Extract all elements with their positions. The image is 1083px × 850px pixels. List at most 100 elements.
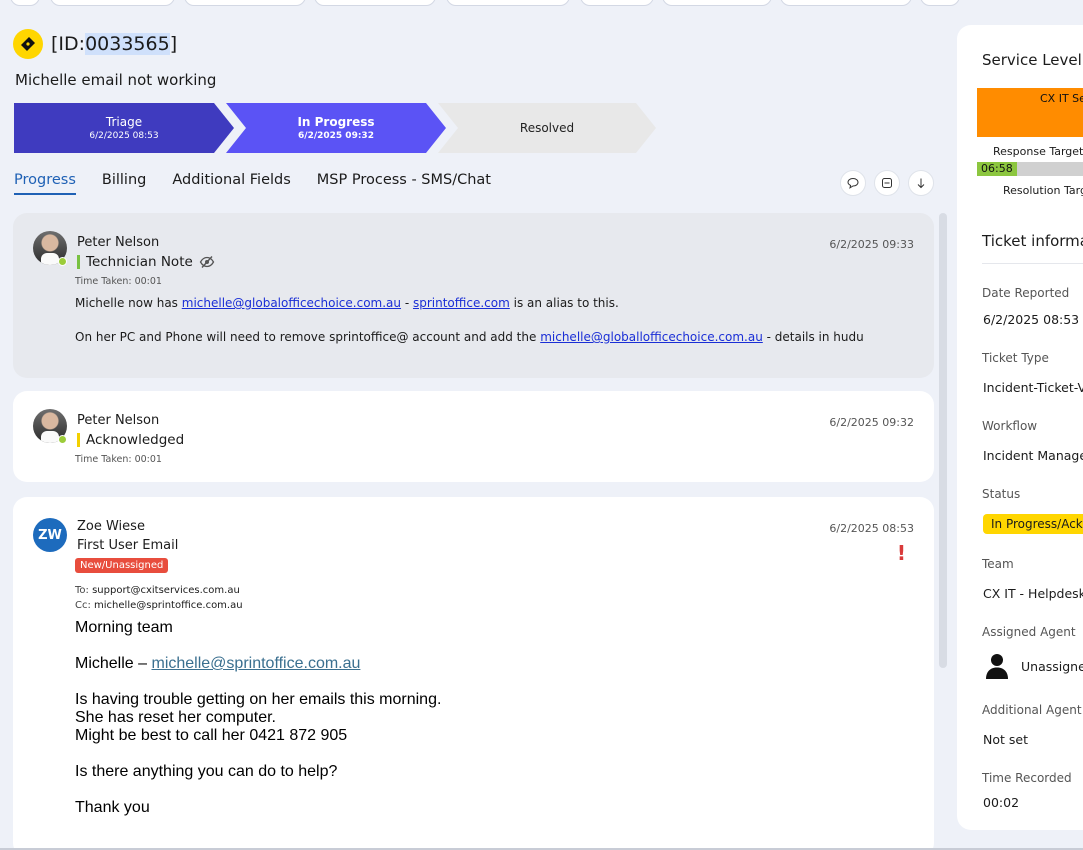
email-to: To: support@cxitservices.com.au bbox=[75, 585, 240, 596]
avatar-shirt bbox=[41, 253, 59, 265]
note-text-segment: is an alias to this. bbox=[509, 296, 619, 310]
type-color-bar bbox=[77, 433, 80, 447]
top-pill[interactable] bbox=[184, 0, 306, 6]
entry-type-label: Technician Note bbox=[86, 254, 193, 270]
email-link[interactable]: michelle@globalofficechoice.com.au bbox=[182, 296, 401, 310]
field-label-status: Status bbox=[982, 487, 1021, 501]
note-line-1: Michelle now has michelle@globalofficech… bbox=[75, 296, 619, 310]
entry-type: Acknowledged bbox=[77, 432, 184, 448]
entry-type: First User Email bbox=[77, 538, 178, 553]
top-pill[interactable] bbox=[10, 0, 40, 6]
email-body-line: Is having trouble getting on her emails … bbox=[75, 691, 442, 708]
field-value-date-reported: 6/2/2025 08:53 bbox=[983, 312, 1080, 327]
type-color-bar bbox=[77, 255, 80, 269]
ticket-id: [ID:0033565] bbox=[51, 33, 177, 55]
response-target-time: 06:58 bbox=[977, 162, 1017, 176]
field-label-additional-agents: Additional Agent bbox=[982, 703, 1082, 717]
avatar: ZW bbox=[33, 518, 67, 552]
tab-progress[interactable]: Progress bbox=[14, 172, 76, 195]
collapse-icon bbox=[882, 178, 892, 188]
domain-link[interactable]: sprintoffice.com bbox=[413, 296, 510, 310]
note-text-segment: On her PC and Phone will need to remove … bbox=[75, 330, 541, 344]
status-badge[interactable]: In Progress/Ack bbox=[983, 514, 1083, 534]
sla-section-title: Service Level A bbox=[982, 51, 1083, 69]
note-text-segment: - bbox=[401, 296, 413, 310]
collapse-button[interactable] bbox=[874, 170, 900, 196]
resolution-target-label: Resolution Targ bbox=[1003, 184, 1083, 197]
field-value-time-recorded: 00:02 bbox=[983, 795, 1020, 810]
ticket-id-number: 0033565 bbox=[85, 33, 170, 55]
to-address: support@cxitservices.com.au bbox=[92, 585, 240, 596]
sort-down-button[interactable] bbox=[908, 170, 934, 196]
tab-additional-fields[interactable]: Additional Fields bbox=[172, 172, 290, 195]
field-value-additional-agents[interactable]: Not set bbox=[983, 732, 1028, 747]
top-pill[interactable] bbox=[662, 0, 772, 6]
note-text-segment: Michelle now has bbox=[75, 296, 182, 310]
top-pill[interactable] bbox=[580, 0, 654, 6]
ticket-tabs: Progress Billing Additional Fields MSP P… bbox=[14, 172, 517, 195]
important-icon: ! bbox=[896, 541, 906, 565]
field-label-date-reported: Date Reported bbox=[982, 286, 1070, 300]
feed-scrollbar[interactable] bbox=[939, 213, 947, 668]
cc-address: michelle@sprintoffice.com.au bbox=[94, 600, 243, 611]
field-value-workflow[interactable]: Incident Manage bbox=[983, 448, 1083, 463]
field-label-ticket-type: Ticket Type bbox=[982, 351, 1049, 365]
email-body-line: She has reset her computer. bbox=[75, 709, 276, 726]
ticket-id-suffix: ] bbox=[169, 33, 178, 55]
ticket-info-title: Ticket informa bbox=[982, 232, 1083, 250]
author-name: Peter Nelson bbox=[77, 235, 160, 250]
status-badge: New/Unassigned bbox=[75, 558, 169, 573]
top-pill[interactable] bbox=[50, 0, 175, 6]
entry-date: 6/2/2025 08:53 bbox=[829, 522, 914, 535]
field-label-assigned-agent: Assigned Agent bbox=[982, 625, 1076, 639]
email-body-line: Thank you bbox=[75, 799, 150, 816]
to-label: To: bbox=[75, 585, 93, 596]
online-status-dot bbox=[58, 257, 67, 266]
stage-name: In Progress bbox=[297, 115, 375, 129]
field-value-ticket-type[interactable]: Incident-Ticket-V bbox=[983, 380, 1083, 395]
tab-msp-process[interactable]: MSP Process - SMS/Chat bbox=[317, 172, 491, 195]
time-taken: Time Taken: 00:01 bbox=[75, 454, 162, 465]
stage-resolved[interactable]: Resolved bbox=[438, 103, 656, 153]
top-pill[interactable] bbox=[446, 0, 570, 6]
stage-name: Resolved bbox=[519, 121, 575, 135]
time-taken: Time Taken: 00:01 bbox=[75, 276, 162, 287]
feed-actions bbox=[840, 170, 934, 196]
field-label-workflow: Workflow bbox=[982, 419, 1038, 433]
email-body-text: Michelle – bbox=[75, 655, 152, 672]
ticket-icon bbox=[13, 29, 43, 59]
comment-button[interactable] bbox=[840, 170, 866, 196]
stage-in-progress[interactable]: In Progress 6/2/2025 09:32 bbox=[226, 103, 446, 153]
email-link[interactable]: michelle@globallofficechoice.com.au bbox=[540, 330, 763, 344]
entry-date: 6/2/2025 09:32 bbox=[829, 416, 914, 429]
response-target-bar: 06:58 bbox=[977, 162, 1083, 176]
stage-name: Triage bbox=[105, 115, 143, 129]
entry-type-label: Acknowledged bbox=[86, 432, 185, 448]
entry-type-label: First User Email bbox=[77, 538, 179, 553]
workflow-stages: Triage 6/2/2025 08:53 In Progress 6/2/20… bbox=[14, 103, 674, 153]
feed-card-first-user-email[interactable]: ZW Zoe Wiese First User Email New/Unassi… bbox=[13, 497, 934, 850]
entry-type: Technician Note bbox=[77, 254, 215, 270]
sla-card[interactable]: CX IT Se I bbox=[977, 88, 1083, 137]
ticket-id-prefix: [ID: bbox=[51, 33, 86, 55]
feed-card-acknowledged[interactable]: Peter Nelson Acknowledged Time Taken: 00… bbox=[13, 391, 934, 482]
top-pill[interactable] bbox=[314, 0, 436, 6]
stage-triage[interactable]: Triage 6/2/2025 08:53 bbox=[14, 103, 234, 153]
ticket-title: Michelle email not working bbox=[15, 71, 217, 89]
stage-date: 6/2/2025 09:32 bbox=[298, 131, 374, 141]
field-label-team: Team bbox=[982, 557, 1014, 571]
response-target-label: Response Target bbox=[993, 145, 1083, 158]
tab-billing[interactable]: Billing bbox=[102, 172, 146, 195]
author-name: Zoe Wiese bbox=[77, 519, 145, 534]
user-icon bbox=[986, 654, 1008, 679]
email-link[interactable]: michelle@sprintoffice.com.au bbox=[151, 655, 360, 672]
eye-off-icon[interactable] bbox=[199, 255, 215, 269]
top-pill[interactable] bbox=[780, 0, 912, 6]
arrow-down-icon bbox=[917, 178, 925, 189]
field-value-assigned-agent[interactable]: Unassigne bbox=[1021, 659, 1083, 674]
top-pill[interactable] bbox=[920, 0, 960, 6]
stage-date: 6/2/2025 08:53 bbox=[89, 131, 159, 141]
feed-card-technician-note[interactable]: Peter Nelson Technician Note Time Taken:… bbox=[13, 213, 934, 378]
field-value-team[interactable]: CX IT - Helpdesk bbox=[983, 586, 1083, 601]
email-body-line: Might be best to call her 0421 872 905 bbox=[75, 727, 348, 744]
